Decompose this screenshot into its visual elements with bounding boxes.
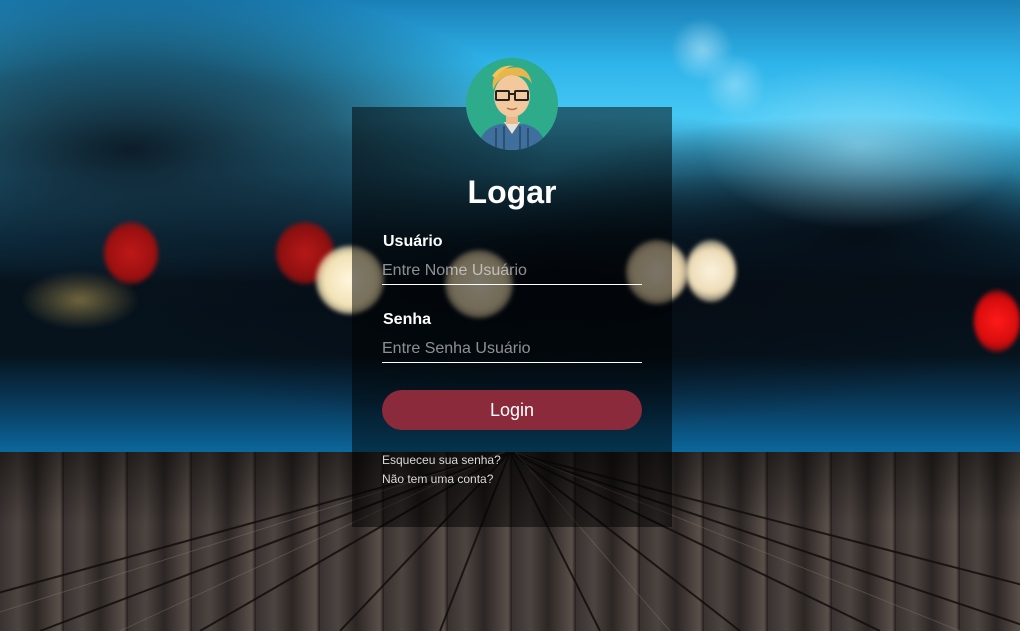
password-input[interactable] [382,336,642,363]
login-button[interactable]: Login [382,390,642,430]
user-avatar-icon [466,58,558,150]
bokeh-light [705,55,765,115]
signup-link[interactable]: Não tem uma conta? [382,472,493,486]
bokeh-light [974,290,1020,352]
bokeh-light [20,270,140,330]
bokeh-light [686,240,736,302]
username-input[interactable] [382,258,642,285]
username-label: Usuário [383,233,443,250]
password-label: Senha [383,311,432,328]
page-title: Logar [467,174,557,210]
forgot-password-link[interactable]: Esqueceu sua senha? [382,453,501,467]
login-page: Logar Usuário Senha Login Esqueceu sua s… [0,0,1020,631]
